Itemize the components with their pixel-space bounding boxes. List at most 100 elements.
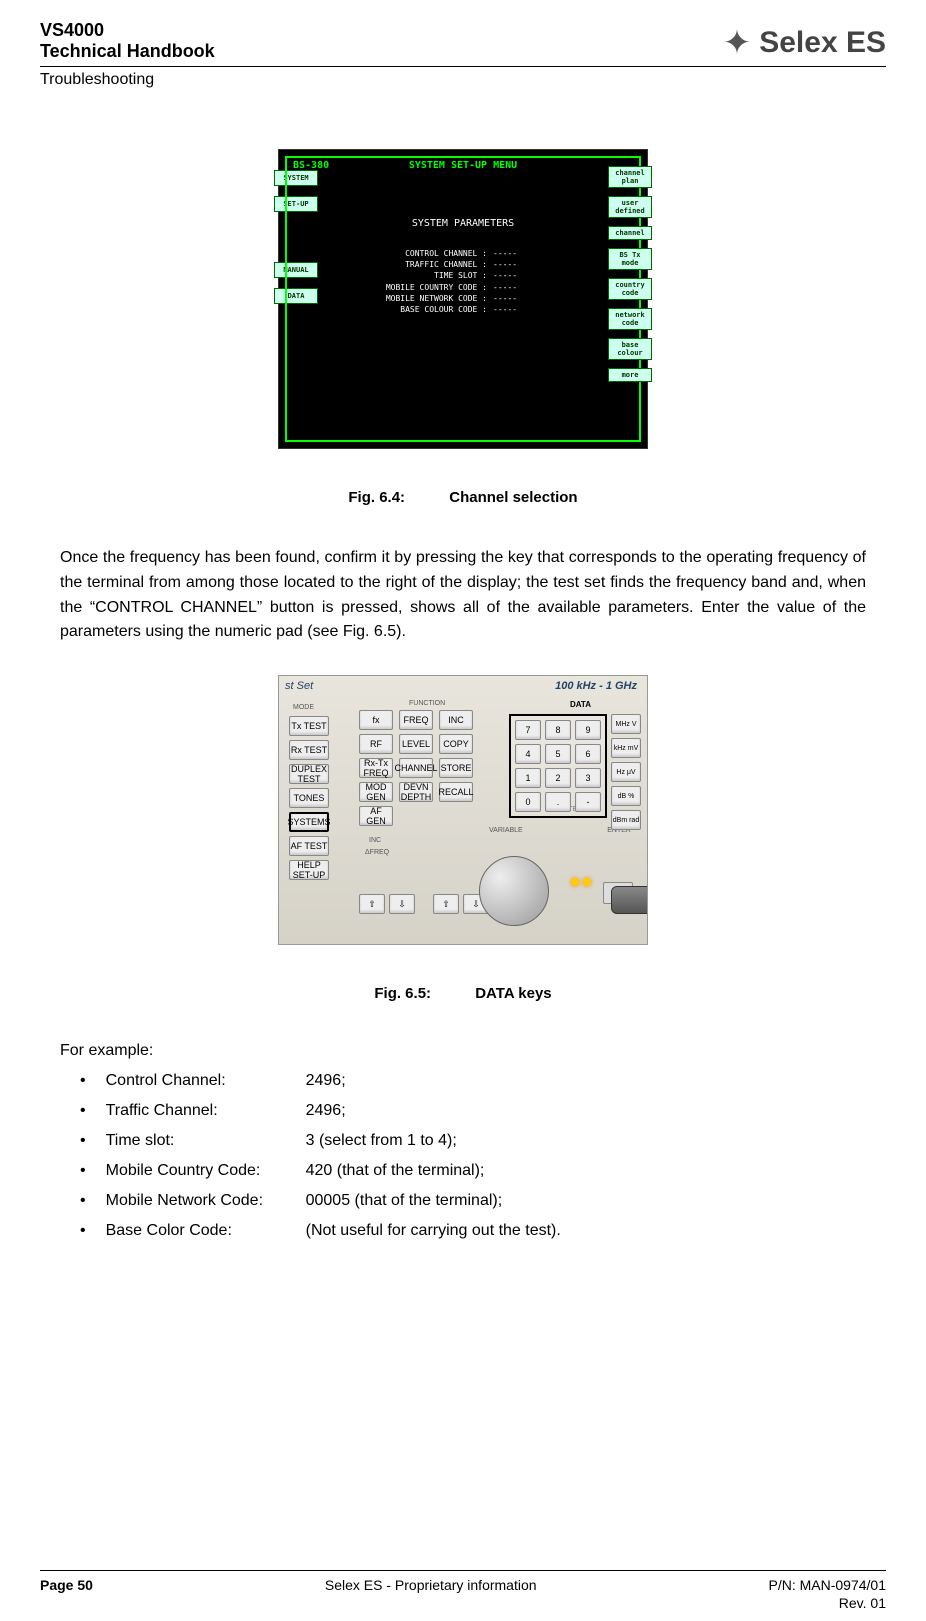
mode-btn-systems: SYSTEMS: [289, 812, 329, 832]
unit-buttons: MHz V kHz mV Hz μV dB % dBm rad: [611, 714, 641, 830]
page-header: VS4000 Technical Handbook ✦ Selex ES: [40, 20, 886, 62]
logo: ✦ Selex ES: [723, 20, 886, 60]
footer-rev: Rev. 01: [839, 1595, 886, 1611]
func-btn: fx: [359, 710, 393, 730]
key-7: 7: [515, 720, 541, 740]
unit-btn: dBm rad: [611, 810, 641, 830]
unit-btn: MHz V: [611, 714, 641, 734]
example-intro: For example:: [60, 1042, 866, 1060]
page-footer: Page 50 Selex ES - Proprietary informati…: [40, 1570, 886, 1611]
screen-subtitle: SYSTEM PARAMETERS: [287, 218, 639, 229]
variable-knob: [479, 856, 549, 926]
key-4: 4: [515, 744, 541, 764]
inc-arrow-buttons: ⇧ ⇩ ⇧ ⇩: [359, 894, 489, 914]
example-key: Control Channel:: [106, 1072, 306, 1090]
arrow-down-icon: ⇩: [389, 894, 415, 914]
func-btn: DEVN DEPTH: [399, 782, 433, 802]
right-btn: BS Tx mode: [608, 248, 652, 270]
crt-screen: SYSTEM SET-UP MANUAL DATA BS-380 SYSTEM …: [278, 149, 648, 449]
footer-pn: P/N: MAN-0974/01: [768, 1577, 886, 1593]
numeric-keypad: 7 8 9 4 5 6 1 2 3 0 . -: [509, 714, 607, 818]
footer-rule: [40, 1570, 886, 1571]
led-icon: [583, 878, 591, 886]
screen-params: CONTROL CHANNEL :----- TRAFFIC CHANNEL :…: [357, 248, 527, 315]
param-label: MOBILE COUNTRY CODE :: [357, 282, 487, 293]
variable-label: VARIABLE: [489, 827, 523, 834]
unit-btn: Hz μV: [611, 762, 641, 782]
example-key: Base Color Code:: [106, 1222, 306, 1240]
func-btn: FREQ: [399, 710, 433, 730]
mode-btn: DUPLEX TEST: [289, 764, 329, 784]
func-btn: STORE: [439, 758, 473, 778]
func-btn: Rx-Tx FREQ: [359, 758, 393, 778]
doc-model: VS4000: [40, 20, 723, 41]
example-value: 2496;: [306, 1102, 346, 1120]
example-key: Time slot:: [106, 1132, 306, 1150]
list-item: Control Channel:2496;: [80, 1072, 866, 1090]
list-item: Time slot:3 (select from 1 to 4);: [80, 1132, 866, 1150]
mode-btn: Rx TEST: [289, 740, 329, 760]
mode-group-label: MODE: [293, 704, 314, 711]
key-5: 5: [545, 744, 571, 764]
dfreq-label: ΔFREQ: [365, 849, 389, 856]
logo-text: Selex ES: [759, 26, 886, 60]
led-indicators: [571, 878, 591, 886]
instrument-panel: st Set 100 kHz - 1 GHz DATA MODE FUNCTIO…: [278, 675, 648, 945]
list-item: Mobile Country Code:420 (that of the ter…: [80, 1162, 866, 1180]
param-label: CONTROL CHANNEL :: [357, 248, 487, 259]
param-value: -----: [487, 293, 527, 304]
param-value: -----: [487, 248, 527, 259]
data-label: DATA: [570, 700, 591, 709]
func-btn: RF: [359, 734, 393, 754]
body-paragraph: Once the frequency has been found, confi…: [60, 546, 866, 645]
figure-6-5-caption: Fig. 6.5: DATA keys: [40, 985, 886, 1002]
key-minus: -: [575, 792, 601, 812]
caption-text: DATA keys: [475, 985, 551, 1002]
caption-number: Fig. 6.5:: [374, 985, 431, 1002]
footer-page: Page 50: [40, 1577, 93, 1593]
key-1: 1: [515, 768, 541, 788]
screen-title: SYSTEM SET-UP MENU: [287, 160, 639, 171]
mode-btn: AF TEST: [289, 836, 329, 856]
right-btn: channel: [608, 226, 652, 240]
func-btn: AF GEN: [359, 806, 393, 826]
mode-btn: TONES: [289, 788, 329, 808]
param-value: -----: [487, 259, 527, 270]
key-9: 9: [575, 720, 601, 740]
param-value: -----: [487, 282, 527, 293]
connector-icon: [611, 886, 648, 914]
key-8: 8: [545, 720, 571, 740]
func-btn: RECALL: [439, 782, 473, 802]
logo-icon: ✦: [723, 26, 752, 60]
footer-center: Selex ES - Proprietary information: [325, 1577, 537, 1593]
caption-number: Fig. 6.4:: [348, 489, 405, 506]
screen-inner: BS-380 SYSTEM SET-UP MENU SYSTEM PARAMET…: [285, 156, 641, 442]
inc-label: INC: [369, 837, 381, 844]
example-list: Control Channel:2496; Traffic Channel:24…: [80, 1072, 866, 1240]
func-btn: COPY: [439, 734, 473, 754]
arrow-up-icon: ⇧: [433, 894, 459, 914]
right-btn: more: [608, 368, 652, 382]
header-rule: [40, 66, 886, 67]
spacer: [419, 894, 429, 914]
func-btn: MOD GEN: [359, 782, 393, 802]
func-btn: INC: [439, 710, 473, 730]
right-btn: channel plan: [608, 166, 652, 188]
panel-brand: st Set: [285, 680, 313, 692]
unit-btn: kHz mV: [611, 738, 641, 758]
example-value: 3 (select from 1 to 4);: [306, 1132, 457, 1150]
list-item: Mobile Network Code:00005 (that of the t…: [80, 1192, 866, 1210]
header-left: VS4000 Technical Handbook: [40, 20, 723, 62]
example-key: Mobile Country Code:: [106, 1162, 306, 1180]
func-btn: LEVEL: [399, 734, 433, 754]
right-btn: user defined: [608, 196, 652, 218]
example-value: 420 (that of the terminal);: [306, 1162, 485, 1180]
mode-buttons: Tx TEST Rx TEST DUPLEX TEST TONES SYSTEM…: [289, 716, 329, 880]
param-value: -----: [487, 304, 527, 315]
key-6: 6: [575, 744, 601, 764]
figure-6-5: st Set 100 kHz - 1 GHz DATA MODE FUNCTIO…: [40, 675, 886, 1002]
key-0: 0: [515, 792, 541, 812]
example-key: Mobile Network Code:: [106, 1192, 306, 1210]
figure-6-4-caption: Fig. 6.4: Channel selection: [40, 489, 886, 506]
screen-right-buttons: channel plan user defined channel BS Tx …: [608, 166, 652, 382]
